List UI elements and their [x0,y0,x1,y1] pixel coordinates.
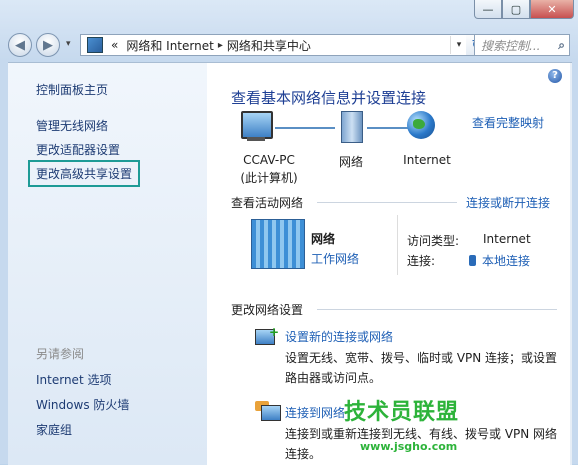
network-name: 网络 [311,232,336,246]
internet-globe-icon [407,111,435,139]
address-bar[interactable]: « 网络和 Internet ▸ 网络和共享中心 ▾ [80,34,468,56]
active-networks-header: 查看活动网络 [231,196,304,210]
connection-value[interactable]: 本地连接 [482,254,530,268]
network-adapter-icon [469,255,476,266]
map-node-computer-label: CCAV-PC [243,153,295,167]
task-connect-network-link[interactable]: 连接到网络 [285,404,345,421]
forward-arrow-icon: ▶ [43,37,53,53]
sidebar-item-advanced-sharing[interactable]: 更改高级共享设置 [28,160,141,187]
network-icon [341,111,363,143]
see-also-homegroup[interactable]: 家庭组 [36,421,72,438]
breadcrumb-network-center[interactable]: 网络和共享中心 [223,37,315,54]
address-dropdown-icon[interactable]: ▾ [450,36,467,54]
see-also-internet-options[interactable]: Internet 选项 [36,371,111,388]
sidebar-item-adapter-settings[interactable]: 更改适配器设置 [36,141,120,158]
breadcrumb-overflow[interactable]: « [107,38,122,52]
sidebar: 控制面板主页 管理无线网络 更改适配器设置 更改高级共享设置 另请参阅 Inte… [8,63,207,465]
see-also-windows-firewall[interactable]: Windows 防火墙 [36,396,129,413]
map-node-network-label: 网络 [338,155,363,169]
local-connection-link[interactable]: 本地连接 [469,252,530,269]
divider [317,202,457,203]
access-type-value: Internet [483,232,531,246]
network-type-link[interactable]: 工作网络 [311,250,359,267]
connect-disconnect-link[interactable]: 连接或断开连接 [466,194,550,211]
connection-line-icon [367,127,409,129]
task-new-connection-desc: 设置无线、宽带、拨号、临时或 VPN 连接；或设置路由器或访问点。 [285,351,558,385]
recent-pages-dropdown-icon[interactable]: ▾ [66,39,71,49]
search-box[interactable]: 搜索控制... ⌕ [474,34,570,56]
forward-button[interactable]: ▶ [36,33,60,57]
change-settings-header: 更改网络设置 [231,303,304,317]
computer-stand [247,137,265,141]
full-map-link[interactable]: 查看完整映射 [472,114,544,131]
map-node-internet-label: Internet [403,153,451,167]
close-button[interactable]: ✕ [530,0,574,19]
network-building-icon [251,219,305,269]
page-title: 查看基本网络信息并设置连接 [231,89,427,107]
divider [317,309,557,310]
content-area: 控制面板主页 管理无线网络 更改适配器设置 更改高级共享设置 另请参阅 Inte… [8,62,572,465]
sidebar-item-control-panel-home[interactable]: 控制面板主页 [36,81,108,98]
maximize-button[interactable]: ▢ [502,0,530,19]
window: — ▢ ✕ ◀ ▶ ▾ « 网络和 Internet ▸ 网络和共享中心 ▾ ↻… [0,0,578,465]
watermark-logo: 技术员联盟 [344,400,460,425]
search-placeholder: 搜索控制... [481,38,541,53]
caption-buttons: — ▢ ✕ [474,0,574,19]
scrollbar[interactable] [570,63,572,465]
back-button[interactable]: ◀ [8,33,32,57]
breadcrumb-network-internet[interactable]: 网络和 Internet [122,37,217,54]
access-type-label: 访问类型: [407,234,460,248]
help-icon[interactable]: ? [548,69,562,83]
connection-label: 连接: [407,254,436,268]
navigation-bar: ◀ ▶ ▾ « 网络和 Internet ▸ 网络和共享中心 ▾ ↻ 搜索控制.… [8,33,570,57]
minimize-button[interactable]: — [474,0,502,19]
computer-icon [241,111,273,139]
task-new-connection-link[interactable]: 设置新的连接或网络 [285,328,393,345]
connection-line-icon [275,127,335,129]
new-connection-icon: + [255,325,279,347]
divider [397,215,398,275]
sidebar-item-manage-wireless[interactable]: 管理无线网络 [36,117,108,134]
map-node-computer-sublabel: (此计算机) [240,171,298,185]
back-arrow-icon: ◀ [15,37,25,53]
see-also-header: 另请参阅 [36,347,85,361]
search-icon[interactable]: ⌕ [558,38,565,53]
watermark-url: www.jsgho.com [360,440,458,453]
control-panel-icon [87,37,103,53]
connect-to-network-icon [255,401,281,423]
